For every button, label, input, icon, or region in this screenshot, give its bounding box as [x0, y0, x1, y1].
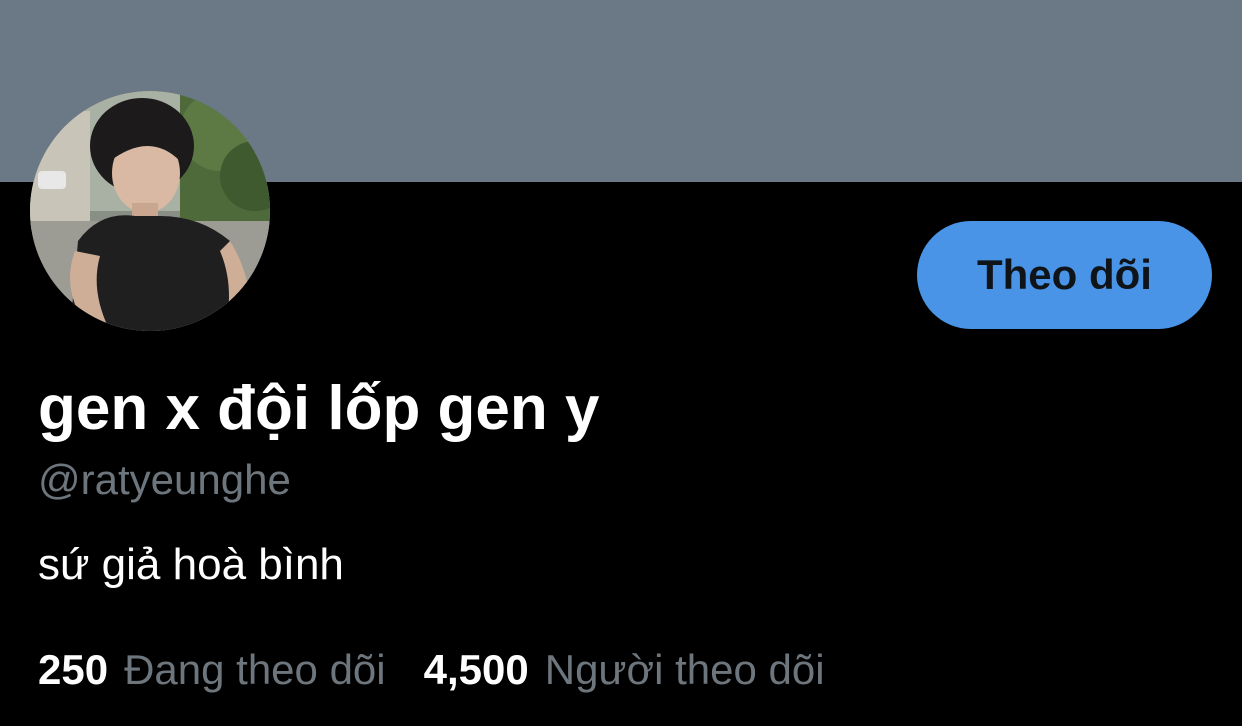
following-stat[interactable]: 250 Đang theo dõi [38, 644, 386, 696]
follow-button[interactable]: Theo dõi [917, 221, 1212, 329]
followers-label: Người theo dõi [544, 646, 825, 693]
profile-display-name: gen x đội lốp gen y [38, 374, 600, 443]
profile-handle: @ratyeunghe [38, 456, 291, 503]
following-count: 250 [38, 646, 109, 693]
followers-count: 4,500 [423, 646, 529, 693]
avatar-photo [30, 91, 270, 331]
followers-stat[interactable]: 4,500 Người theo dõi [424, 644, 825, 696]
following-label: Đang theo dõi [124, 646, 386, 693]
profile-stats: 250 Đang theo dõi 4,500 Người theo dõi [38, 644, 863, 696]
profile-bio: sứ giả hoà bình [38, 540, 344, 589]
profile-avatar[interactable] [30, 91, 270, 331]
